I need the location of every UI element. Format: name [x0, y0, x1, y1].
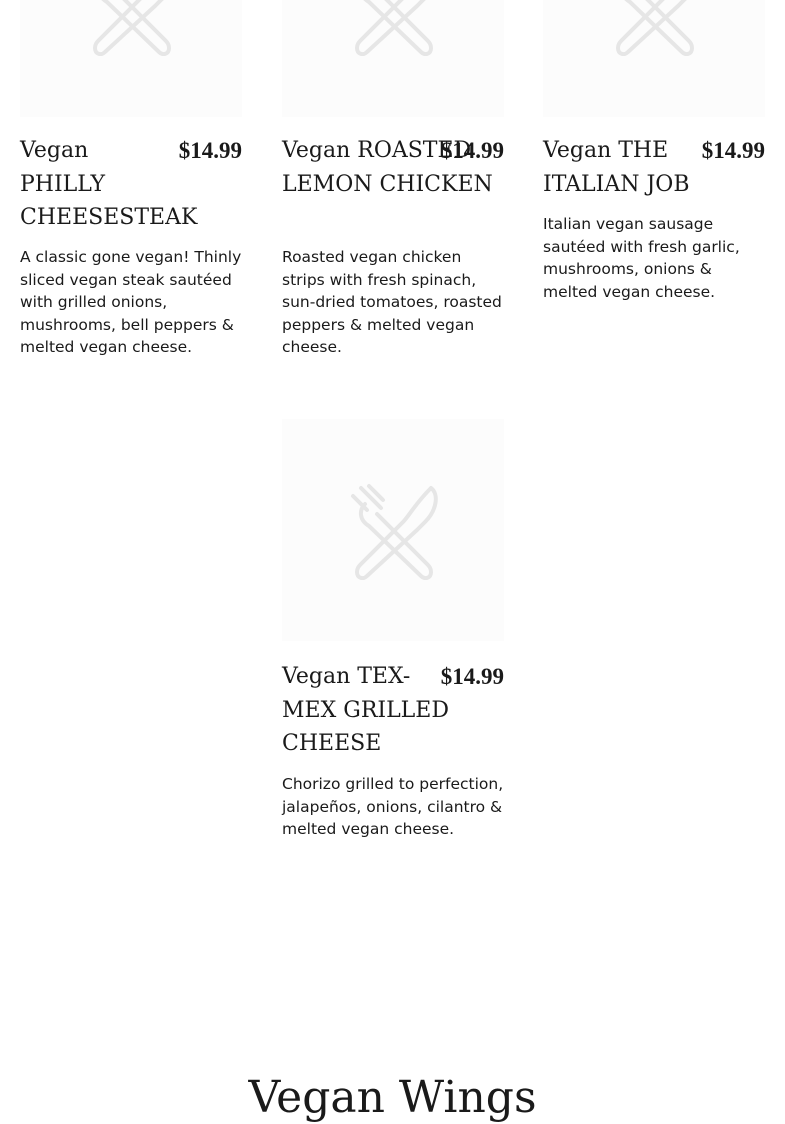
menu-item-image: [282, 0, 504, 117]
menu-item-description: Chorizo grilled to perfection, jalapeños…: [282, 775, 504, 838]
menu-item-price: $14.99: [440, 664, 504, 689]
menu-item-name: Vegan THE ITALIAN JOB: [543, 138, 690, 197]
menu-item-name: Vegan PHILLY CHEESESTEAK: [20, 138, 198, 230]
menu-item-image: [282, 419, 504, 641]
menu-item-name: Vegan TEX-MEX GRILLED CHEESE: [282, 664, 449, 756]
menu-item-price: $14.99: [178, 138, 242, 163]
menu-item-image: [20, 0, 242, 117]
menu-item-description: A classic gone vegan! Thinly sliced vega…: [20, 248, 242, 356]
menu-item-description: Italian vegan sausage sautéed with fresh…: [543, 215, 740, 301]
fork-knife-icon: [93, 0, 171, 56]
menu-item-price: $14.99: [440, 138, 504, 163]
fork-knife-icon: [351, 484, 438, 580]
menu-item-image: [543, 0, 765, 117]
fork-knife-icon: [616, 0, 694, 56]
menu-item-price: $14.99: [701, 138, 765, 163]
fork-knife-icon: [355, 0, 433, 56]
menu-item-description: Roasted vegan chicken strips with fresh …: [282, 248, 502, 356]
section-title: Vegan Wings: [248, 1072, 537, 1123]
